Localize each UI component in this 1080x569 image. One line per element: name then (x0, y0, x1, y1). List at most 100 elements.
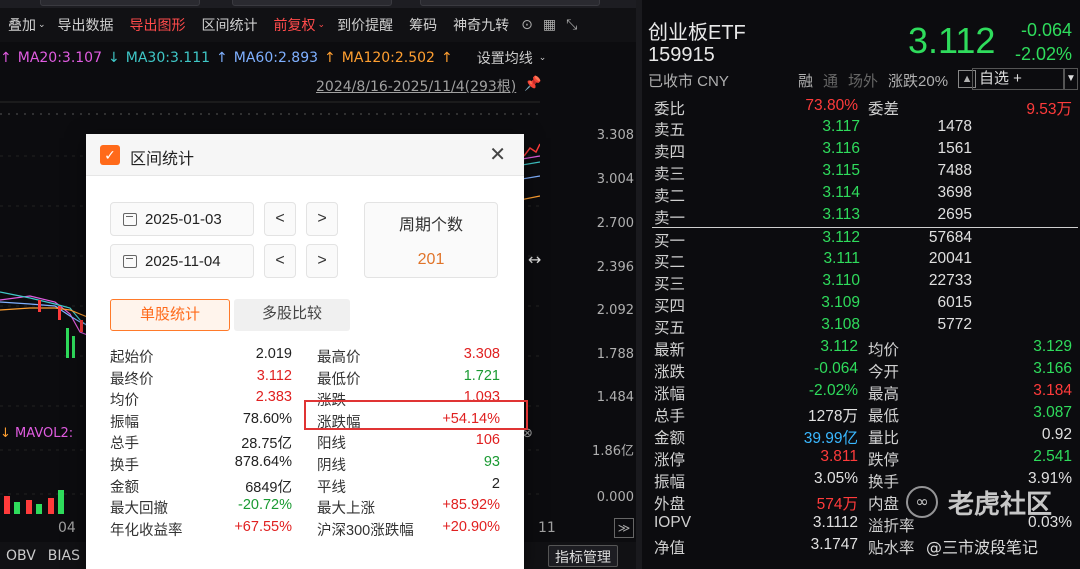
ask-row[interactable]: 卖五 3.117 1478 (642, 118, 1080, 140)
end-date-field[interactable]: 2025-11-04 (110, 244, 254, 278)
ma120-value: MA120:2.502 (341, 50, 435, 66)
stat-label: 阳线 (317, 436, 346, 453)
tab-single-stock[interactable]: 单股统计 (110, 299, 230, 331)
axis-tick: 2.396 (596, 260, 634, 275)
level-volume: 6015 (937, 294, 972, 312)
level-label: 买一 (654, 232, 686, 250)
axis-tick: 2.700 (596, 216, 634, 231)
detail-row: 金额 39.99亿 量比 0.92 (642, 426, 1080, 448)
stats-row: 金额 6849亿 平线 2 (110, 476, 510, 498)
start-next-button[interactable]: > (306, 202, 338, 236)
level-price: 3.113 (822, 205, 860, 223)
tab-bias[interactable]: BIAS (42, 548, 86, 564)
detail-label: 最新 (654, 342, 686, 359)
bid-row[interactable]: 买一 3.112 57684 (642, 229, 1080, 251)
level-volume: 5772 (937, 316, 972, 334)
level-volume: 1478 (937, 118, 972, 135)
bid-row[interactable]: 买五 3.108 5772 (642, 316, 1080, 338)
collapse-icon[interactable]: ⤡ (566, 17, 577, 33)
adjust-mode-menu[interactable]: 前复权 (266, 15, 324, 35)
scroll-right-button[interactable]: ≫ (614, 518, 634, 538)
stats-row: 起始价 2.019 最高价 3.308 (110, 346, 510, 368)
date-tick: 04 (58, 520, 76, 536)
detail-label: 涨跌 (654, 364, 686, 381)
add-watchlist-button[interactable]: 自选 + (972, 68, 1064, 90)
stats-row: 年化收益率 +67.55% 沪深300涨跌幅 +20.90% (110, 519, 510, 541)
start-date-field[interactable]: 2025-01-03 (110, 202, 254, 236)
ma-settings-button[interactable]: 设置均线 (477, 48, 533, 68)
ask-row[interactable]: 卖四 3.116 1561 (642, 140, 1080, 162)
indicator-manager-button[interactable]: 指标管理 (548, 545, 618, 567)
axis-tick: 1.788 (596, 347, 634, 362)
stat-value: +67.55% (234, 518, 292, 535)
export-data-button[interactable]: 导出数据 (50, 15, 122, 35)
clipped-row (642, 561, 1080, 569)
ask-row[interactable]: 卖一 3.113 2695 (642, 206, 1080, 228)
watermark-text: 老虎社区 (948, 490, 1053, 520)
pin-icon[interactable]: 📌 (524, 76, 541, 92)
level-label: 卖四 (654, 143, 686, 161)
last-price: 3.112 (908, 20, 996, 61)
detail-value: 3.087 (1033, 404, 1072, 421)
bid-row[interactable]: 买三 3.110 22733 (642, 272, 1080, 294)
tab-obv[interactable]: OBV (0, 548, 42, 564)
grid-icon[interactable]: ▦ (543, 17, 556, 33)
close-icon[interactable]: ✕ (489, 142, 506, 167)
range-stats-button[interactable]: 区间统计 (194, 15, 266, 35)
bid-row[interactable]: 买二 3.111 20041 (642, 250, 1080, 272)
level-label: 买二 (654, 254, 686, 272)
window-tab[interactable] (232, 0, 392, 6)
ma-arrow-icon: ↑ (440, 50, 453, 66)
price-axis: 3.308 3.004 2.700 2.396 2.092 1.788 1.48… (540, 100, 636, 540)
stat-label: 振幅 (110, 414, 139, 431)
chevron-down-icon[interactable]: ▼ (1064, 68, 1078, 90)
flag-limit: 涨跌20% (888, 73, 949, 90)
weicha-label: 委差 (868, 101, 900, 118)
level-volume: 2695 (937, 205, 972, 223)
axis-tick: 1.86亿 (592, 444, 634, 459)
stat-label: 平线 (317, 479, 346, 496)
stat-value: 78.60% (242, 410, 292, 427)
detail-value: 574万 (816, 496, 858, 513)
book-separator (652, 227, 1078, 228)
stats-row: 最大回撤 -20.72% 最大上涨 +85.92% (110, 497, 510, 519)
weibi-label: 委比 (654, 101, 686, 118)
ma30-icon: ↓ (108, 50, 120, 66)
price-alert-button[interactable]: 到价提醒 (329, 15, 401, 35)
stat-label: 均价 (110, 393, 139, 410)
period-count-label: 周期个数 (398, 217, 463, 234)
td-sequential-button[interactable]: 神奇九转 (445, 15, 517, 35)
window-tab[interactable] (40, 0, 200, 6)
window-tab[interactable] (420, 0, 600, 6)
start-prev-button[interactable]: < (264, 202, 296, 236)
level-label: 买三 (654, 276, 686, 294)
stat-label: 金额 (110, 479, 139, 496)
end-next-button[interactable]: > (306, 244, 338, 278)
stat-label: 最大上涨 (317, 501, 375, 518)
ask-row[interactable]: 卖三 3.115 7488 (642, 162, 1080, 184)
bid-row[interactable]: 买四 3.109 6015 (642, 294, 1080, 316)
stat-value: 1.721 (463, 367, 500, 384)
detail-label: 最低 (868, 408, 900, 425)
axis-tick: 3.308 (596, 128, 634, 143)
export-image-button[interactable]: 导出图形 (122, 15, 194, 35)
chips-button[interactable]: 筹码 (401, 15, 445, 35)
ma20-value: MA20:3.107 (17, 50, 103, 66)
range-stats-dialog: ✓ 区间统计 ✕ 2025-01-03 < > 2025-11-04 < > 周… (86, 134, 528, 569)
detail-label: 总手 (654, 408, 686, 425)
dialog-header: ✓ 区间统计 ✕ (86, 134, 524, 176)
stat-value: 28.75亿 (241, 436, 292, 453)
period-count-value: 201 (417, 251, 445, 268)
detail-value: 3.112 (820, 338, 858, 355)
security-name: 创业板ETF (648, 22, 746, 44)
tab-multi-compare[interactable]: 多股比较 (234, 299, 350, 331)
stat-value: +85.92% (442, 497, 500, 514)
market-status: 已收市 CNY (648, 73, 729, 90)
stat-value: 6849亿 (245, 479, 292, 496)
stat-label: 最高价 (317, 350, 361, 366)
end-prev-button[interactable]: < (264, 244, 296, 278)
ma120-icon: ↑ (324, 50, 336, 66)
level-label: 卖一 (654, 209, 686, 227)
ask-row[interactable]: 卖二 3.114 3698 (642, 184, 1080, 206)
expand-circle-icon[interactable]: ⊙ (521, 17, 533, 33)
